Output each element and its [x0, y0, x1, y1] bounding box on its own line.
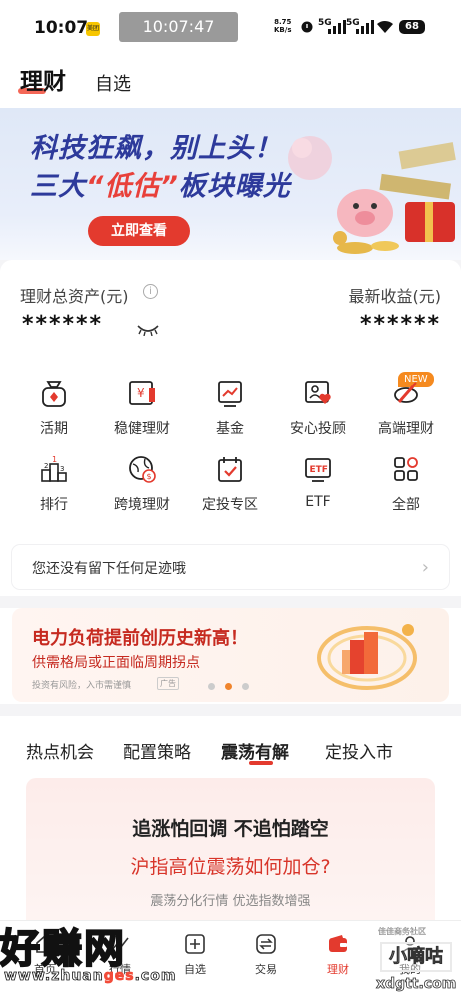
active-tab-indicator	[249, 761, 273, 765]
watermark-xiaodigu: 佳佳商务社区 小嘀咕 xdgtt.com	[376, 926, 457, 996]
watermark-box-text: 小嘀咕	[380, 942, 452, 972]
carousel-dot	[208, 683, 215, 690]
clock-pill: 10:07:47	[119, 12, 238, 42]
tab-allocation-strategy[interactable]: 配置策略	[123, 738, 191, 763]
grid-label: 稳健理财	[114, 421, 170, 437]
carousel-dots	[208, 683, 249, 690]
carousel-dot	[242, 683, 249, 690]
tab-watchlist[interactable]: 自选	[95, 70, 131, 96]
tab-volatility-solution[interactable]: 震荡有解	[221, 738, 289, 763]
battery-icon: 68	[399, 20, 425, 34]
pig-gold-illustration	[288, 136, 456, 254]
grid-label: 高端理财	[378, 421, 434, 437]
svg-text:3: 3	[60, 465, 64, 473]
power-tower-illustration	[317, 624, 417, 690]
grid-item-current[interactable]: 活期	[9, 378, 99, 438]
section-gap	[0, 704, 461, 716]
grid-label: 跨境理财	[114, 497, 170, 513]
promo-subtitle: 供需格局或正面临周期拐点	[32, 655, 200, 671]
eye-closed-icon[interactable]	[136, 324, 160, 336]
banner-headline-1: 科技狂飙，别上头！	[30, 133, 282, 164]
all-apps-icon	[394, 457, 418, 481]
grid-label: 基金	[216, 421, 244, 437]
advisor-heart-icon	[305, 381, 331, 404]
nav-wealth[interactable]: 理财	[308, 933, 368, 977]
status-time: 10:07	[34, 18, 89, 38]
calendar-check-icon	[218, 457, 242, 482]
meituan-notification-icon: 美团	[86, 22, 100, 36]
status-bar: 10:07 美团 10:07:47 8.75 KB/s 5G 5G 68	[0, 0, 461, 52]
total-assets-value: ******	[22, 312, 104, 337]
strategy-section: 热点机会 配置策略 震荡有解 定投入市 追涨怕回调 不追怕踏空 沪指高位震荡如何…	[12, 716, 449, 958]
chevron-right-icon: ›	[421, 557, 429, 578]
grid-label: 安心投顾	[290, 421, 346, 437]
grid-item-sip[interactable]: 定投专区	[185, 454, 275, 514]
grid-label: 全部	[392, 497, 420, 513]
grid-item-ranking[interactable]: 12 3 排行	[9, 454, 99, 514]
net-speed: 8.75 KB/s	[274, 18, 292, 34]
footprint-text: 您还没有留下任何足迹哦	[32, 561, 186, 577]
banner-headline-2: 三大“低估”板块曝光	[30, 171, 291, 202]
svg-text:¥: ¥	[137, 386, 145, 400]
etf-icon: ETF	[305, 458, 331, 482]
alarm-icon	[301, 21, 313, 33]
nav-trade[interactable]: 交易	[236, 933, 296, 977]
nav-label: 交易	[255, 963, 277, 976]
chart-board-icon	[218, 381, 242, 407]
wallet-icon	[329, 935, 347, 952]
grid-item-all[interactable]: 全部	[361, 454, 451, 514]
yen-card-icon: ¥	[129, 381, 155, 405]
grid-item-etf[interactable]: ETF ETF	[273, 454, 363, 510]
grid-label: 活期	[40, 421, 68, 437]
svg-text:1: 1	[52, 455, 57, 464]
grid-label: 排行	[40, 497, 68, 513]
strategy-card-title: 追涨怕回调 不追怕踏空	[132, 818, 329, 840]
banner-cta-button[interactable]: 立即查看	[88, 216, 190, 246]
section-gap	[0, 596, 461, 608]
svg-text:$: $	[147, 472, 152, 481]
latest-income-label: 最新收益(元)	[348, 287, 442, 306]
latest-income-value: ******	[359, 312, 441, 337]
grid-item-stable[interactable]: ¥ 稳健理财	[97, 378, 187, 438]
watermark-haozhuan-url: www.zhuanges.com	[4, 968, 177, 985]
promo-disclaimer: 投资有风险，入市需谨慎	[32, 681, 132, 691]
grid-item-crossborder[interactable]: $ 跨境理财	[97, 454, 187, 514]
nav-label: 理财	[327, 963, 349, 976]
svg-text:ETF: ETF	[310, 465, 328, 475]
premium-rocket-icon	[394, 382, 418, 403]
strategy-card-desc: 震荡分化行情 优选指数增强	[150, 894, 311, 909]
globe-dollar-icon: $	[129, 456, 156, 483]
promo-title: 电力负荷提前创历史新高！	[32, 628, 248, 649]
watermark-haozhuan: 好赚网	[0, 925, 126, 973]
ad-tag: 广告	[157, 677, 179, 690]
footprint-bar[interactable]: 您还没有留下任何足迹哦 ›	[12, 545, 449, 589]
signal-2-icon	[356, 20, 374, 34]
info-icon[interactable]: i	[143, 284, 158, 299]
grid-item-premium[interactable]: 高端理财	[361, 378, 451, 438]
promo-card[interactable]: 电力负荷提前创历史新高！ 供需格局或正面临周期拐点 投资有风险，入市需谨慎 广告	[12, 608, 449, 702]
add-square-icon	[185, 934, 205, 954]
tab-hot-opportunities[interactable]: 热点机会	[26, 738, 94, 763]
carousel-dot-active	[225, 683, 232, 690]
top-header: 理财 自选	[0, 52, 461, 108]
grid-label: ETF	[305, 494, 331, 510]
podium-icon: 12 3	[41, 455, 67, 482]
promo-banner[interactable]: 科技狂飙，别上头！ 三大“低估”板块曝光 立即查看	[0, 108, 461, 260]
total-assets-label: 理财总资产(元)	[20, 287, 129, 306]
money-bag-icon	[42, 381, 66, 407]
wifi-icon	[377, 20, 393, 33]
tab-sip-entry[interactable]: 定投入市	[325, 738, 393, 763]
signal-1-icon	[328, 20, 346, 34]
watermark-top-text: 佳佳商务社区	[378, 927, 426, 936]
grid-item-advisor[interactable]: 安心投顾	[273, 378, 363, 438]
grid-item-fund[interactable]: 基金	[185, 378, 275, 438]
exchange-icon	[256, 934, 276, 954]
watermark-url: xdgtt.com	[376, 976, 457, 993]
strategy-card-subtitle: 沪指高位震荡如何加仓?	[130, 856, 331, 878]
grid-label: 定投专区	[202, 497, 258, 513]
tab-wealth[interactable]: 理财	[20, 62, 66, 96]
svg-text:2: 2	[44, 462, 48, 470]
